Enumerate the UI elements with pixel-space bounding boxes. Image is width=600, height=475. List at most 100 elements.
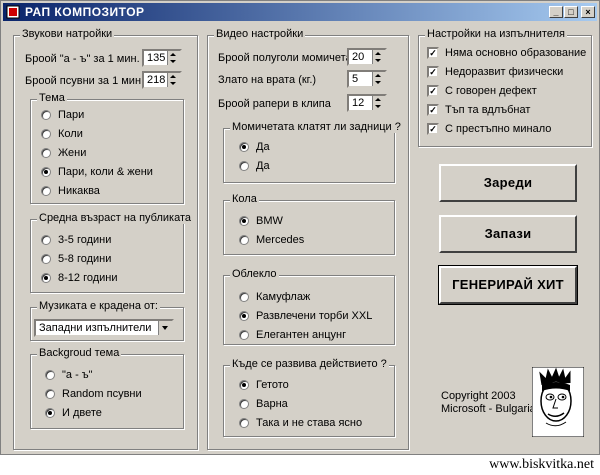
radio-button-icon[interactable] [239,418,249,428]
checkbox-icon[interactable]: ✓ [427,123,439,135]
load-button[interactable]: Зареди [439,164,577,202]
place-option-label: Така и не става ясно [256,417,363,429]
radio-button-icon[interactable] [45,389,55,399]
age-option-label: 5-8 години [58,253,112,265]
car-group: Кола [223,193,395,255]
generate-hit-button[interactable]: ГЕНЕРИРАЙ ХИТ [438,265,578,305]
clothes-option-label: Развлечени торби XXL [256,310,373,322]
sound-row1-label: Броой "а - ъ" за 1 мин. [25,53,140,65]
maximize-button[interactable]: □ [564,6,578,18]
girls-option-label: Да [256,160,270,172]
app-window: РАП КОМПОЗИТОР _ □ × Звукови натройки Бр… [0,0,600,455]
sound-row1-spinner[interactable]: 135 [142,49,182,67]
radio-button-icon[interactable] [239,380,249,390]
radio-button-icon[interactable] [239,330,249,340]
save-button[interactable]: Запази [439,215,577,253]
clothes-option-label: Камуфлаж [256,291,311,303]
sound-row2-label: Броой псувни за 1 мин. [25,75,145,87]
radio-button-icon[interactable] [41,110,51,120]
radio-button-icon[interactable] [239,311,249,321]
radio-button-icon[interactable] [41,186,51,196]
checkbox-icon[interactable]: ✓ [427,66,439,78]
age-option-label: 3-5 години [58,234,112,246]
copyright-line1: Copyright 2003 [441,390,516,402]
sound-settings-label: Звукови натройки [20,28,115,40]
video-settings-label: Видео настройки [214,28,306,40]
radio-button-icon[interactable] [45,370,55,380]
video-row1-label: Броой полуголи момичета [218,52,352,64]
watermark-text: www.biskvitka.net [489,457,594,472]
performer-checkbox-label: Недоразвит физически [445,66,564,78]
radio-button-icon[interactable] [239,142,249,152]
girls-option-label: Да [256,141,270,153]
theme-option-label: Коли [58,128,83,140]
car-label: Кола [230,193,259,205]
copyright-line2: Microsoft - Bulgaria [441,403,536,415]
video-row2-spinner[interactable]: 5 [347,70,387,88]
girls-group: Момичетата клатят ли задници ? [223,121,403,183]
window-title: РАП КОМПОЗИТОР [25,5,145,19]
performer-checkbox-label: Няма основно образование [445,47,587,59]
theme-option-label: Пари, коли & жени [58,166,153,178]
checkbox-icon[interactable]: ✓ [427,85,439,97]
cartoon-face-image [532,367,584,437]
place-label: Къде се развива действието ? [230,358,389,370]
video-row1-spinner[interactable]: 20 [347,48,387,66]
age-option-label: 8-12 години [58,272,118,284]
radio-button-icon[interactable] [45,408,55,418]
copyright-text: Copyright 2003 Microsoft - Bulgaria [441,390,536,416]
video-row3-value: 12 [352,97,365,109]
radio-button-icon[interactable] [41,235,51,245]
spin-arrows-icon[interactable] [372,72,385,86]
video-row3-spinner[interactable]: 12 [347,94,387,112]
place-option-label: Гетото [256,379,289,391]
sound-row2-value: 218 [147,74,166,86]
radio-button-icon[interactable] [41,129,51,139]
dropdown-arrow-icon[interactable] [158,321,172,335]
radio-button-icon[interactable] [239,292,249,302]
checkbox-icon[interactable]: ✓ [427,47,439,59]
app-icon [6,5,20,19]
performer-checkbox-label: Тъп та вдлъбнат [445,104,531,116]
stolen-combobox[interactable]: Западни изпълнители [34,319,174,337]
theme-group: Тема [30,92,184,204]
video-row3-label: Броой рапери в клипа [218,98,331,110]
car-option-label: Mercedes [256,234,305,246]
age-label: Средна възраст на публиката [37,212,193,224]
radio-button-icon[interactable] [41,254,51,264]
theme-option-label: Жени [58,147,87,159]
spin-arrows-icon[interactable] [372,50,385,64]
car-option-label: BMW [256,215,283,227]
spin-arrows-icon[interactable] [167,73,180,87]
bgtheme-option-label: И двете [62,407,102,419]
performer-checkbox-label: С говорен дефект [445,85,537,97]
girls-label: Момичетата клатят ли задници ? [230,121,403,133]
bgtheme-option-label: "а - ъ" [62,369,93,381]
radio-button-icon[interactable] [239,235,249,245]
bgtheme-option-label: Random псувни [62,388,142,400]
clothes-option-label: Елегантен анцунг [256,329,347,341]
bgtheme-label: Backgroud тема [37,347,122,359]
video-row2-label: Злато на врата (кг.) [218,74,317,86]
stolen-value: Западни изпълнители [39,322,152,334]
spin-arrows-icon[interactable] [372,96,385,110]
radio-button-icon[interactable] [41,273,51,283]
radio-button-icon[interactable] [239,399,249,409]
checkbox-icon[interactable]: ✓ [427,104,439,116]
sound-row2-spinner[interactable]: 218 [142,71,182,89]
theme-option-label: Никаква [58,185,100,197]
close-button[interactable]: × [581,6,595,18]
radio-button-icon[interactable] [239,216,249,226]
theme-label: Тема [37,92,67,104]
performer-checkbox-label: С престъпно минало [445,123,552,135]
radio-button-icon[interactable] [41,167,51,177]
spin-arrows-icon[interactable] [167,51,180,65]
place-option-label: Варна [256,398,288,410]
performer-settings-label: Настройки на изпълнителя [425,28,567,40]
radio-button-icon[interactable] [239,161,249,171]
radio-button-icon[interactable] [41,148,51,158]
minimize-button[interactable]: _ [549,6,563,18]
video-row2-value: 5 [352,73,359,85]
title-bar[interactable]: РАП КОМПОЗИТОР _ □ × [3,3,597,21]
video-row1-value: 20 [352,51,365,63]
